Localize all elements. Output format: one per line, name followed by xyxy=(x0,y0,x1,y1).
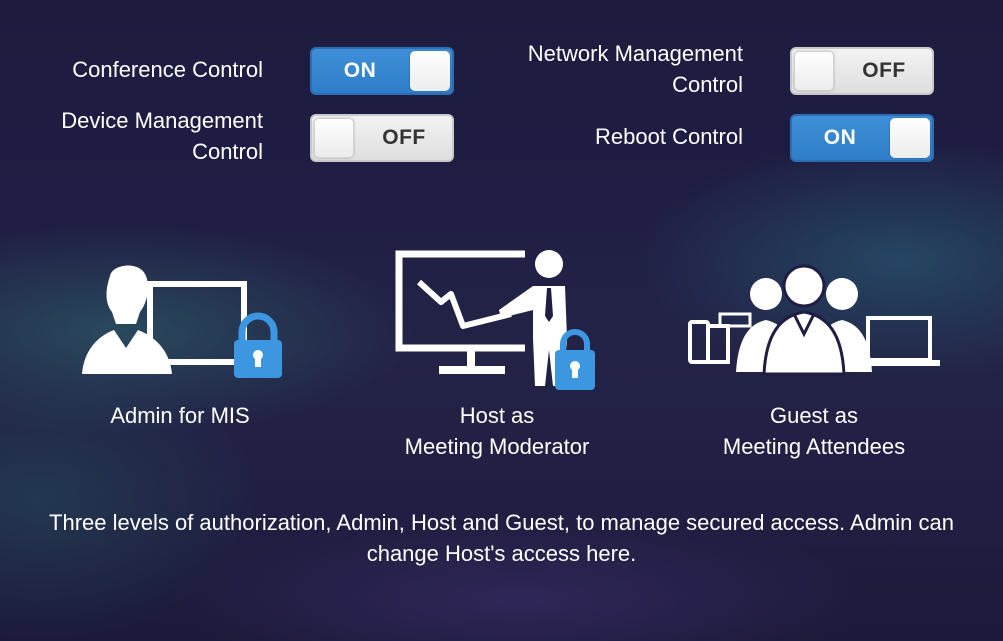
network-management-control-toggle[interactable]: OFF xyxy=(790,47,934,95)
conference-control-state: ON xyxy=(343,59,377,82)
conference-control-toggle[interactable]: ON xyxy=(310,47,454,95)
presenter-lock-icon xyxy=(395,250,595,390)
reboot-control-state: ON xyxy=(823,126,857,149)
conference-control-label-line-1: Conference Control xyxy=(72,57,263,82)
device-management-control-label-line-1: Device Management xyxy=(61,108,263,133)
reboot-control-label-line-1: Reboot Control xyxy=(595,124,743,149)
device-management-control-state: OFF xyxy=(382,126,426,149)
device-management-control-label-line-2: Control xyxy=(192,139,263,164)
reboot-control-label: Reboot Control xyxy=(480,121,743,152)
reboot-control-knob[interactable] xyxy=(890,118,930,158)
role-label-host: Host as Meeting Moderator xyxy=(347,400,647,462)
attendees-group-icon xyxy=(688,264,940,376)
network-management-control-label-line-2: Control xyxy=(672,72,743,97)
role-label-guest: Guest as Meeting Attendees xyxy=(664,400,964,462)
network-management-control-knob[interactable] xyxy=(794,51,834,91)
role-label-admin: Admin for MIS xyxy=(30,400,330,431)
conference-control-label: Conference Control xyxy=(20,54,263,85)
device-management-control-toggle[interactable]: OFF xyxy=(310,114,454,162)
role-guest-line-1: Guest as xyxy=(769,403,859,428)
conference-control-knob[interactable] xyxy=(410,51,450,91)
network-management-control-label-line-1: Network Management xyxy=(527,41,743,66)
device-management-control-knob[interactable] xyxy=(314,118,354,158)
role-admin-line-1: Admin for MIS xyxy=(110,403,250,428)
role-guest-line-2: Meeting Attendees xyxy=(722,434,906,459)
role-host-line-2: Meeting Moderator xyxy=(404,434,590,459)
network-management-control-state: OFF xyxy=(862,59,906,82)
admin-lock-icon xyxy=(82,265,282,378)
network-management-control-label: Network Management Control xyxy=(480,38,743,100)
device-management-control-label: Device Management Control xyxy=(20,105,263,167)
role-host-line-1: Host as xyxy=(459,403,535,428)
authorization-description: Three levels of authorization, Admin, Ho… xyxy=(49,510,954,566)
reboot-control-toggle[interactable]: ON xyxy=(790,114,934,162)
